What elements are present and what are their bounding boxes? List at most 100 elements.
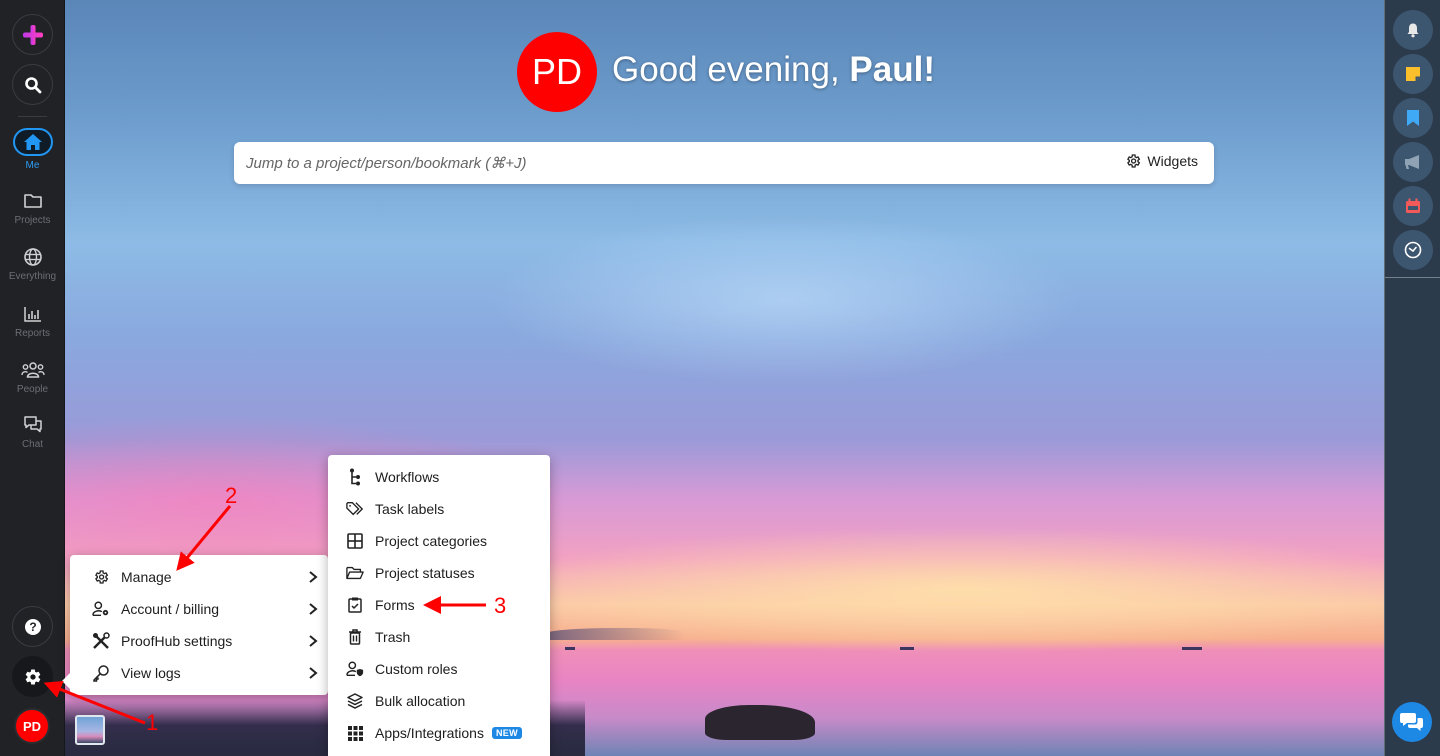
menu-item-view-logs[interactable]: View logs [70,657,328,689]
bar-chart-icon [23,307,41,322]
greeting-prefix: Good evening, [612,50,850,89]
menu-item-manage[interactable]: Manage [70,561,328,593]
menu-item-workflows[interactable]: Workflows [328,461,550,493]
annotation-label-1: 1 [146,710,159,735]
plus-icon [22,24,43,45]
menu-item-label: View logs [121,665,181,681]
announcements-button[interactable] [1393,142,1433,182]
timesheets-button[interactable] [1393,230,1433,270]
chat-icon [23,416,42,433]
grid-icon [346,532,364,550]
menu-item-label: Workflows [375,469,440,485]
header-avatar: PD [517,32,597,112]
menu-item-label: Task labels [375,501,445,517]
folder-open-icon [346,564,364,582]
chevron-right-icon [309,635,318,647]
menu-item-trash[interactable]: Trash [328,621,550,653]
menu-item-project-statuses[interactable]: Project statuses [328,557,550,589]
menu-item-proofhub-settings[interactable]: ProofHub settings [70,625,328,657]
menu-item-label: Apps/Integrations [375,725,484,741]
chevron-right-icon [309,571,318,583]
add-button[interactable] [12,14,53,55]
globe-icon [23,248,42,266]
megaphone-icon [1405,155,1419,169]
settings-button[interactable] [12,656,53,697]
greeting-name: Paul! [849,50,935,89]
gear-icon [25,669,40,685]
sidebar-item-projects[interactable]: Projects [0,191,65,226]
search-button[interactable] [12,64,53,105]
sidebar-item-label: Reports [14,328,50,339]
chat-fab-button[interactable] [1392,702,1432,742]
left-sidebar: Me Projects Everything Reports People Ch… [0,0,65,756]
layers-icon [346,692,364,710]
manage-submenu: Workflows Task labels Project categories… [328,455,550,756]
chevron-right-icon [309,667,318,679]
home-icon [23,134,42,150]
ship [1182,647,1202,650]
menu-item-label: Project statuses [375,565,475,581]
menu-item-forms[interactable]: Forms [328,589,550,621]
sidebar-item-everything[interactable]: Everything [0,247,65,282]
tag-icon [346,500,364,518]
bookmarks-button[interactable] [1393,98,1433,138]
menu-item-account-billing[interactable]: Account / billing [70,593,328,625]
sidebar-item-label: Chat [21,439,44,450]
widgets-label: Widgets [1147,153,1198,169]
menu-item-label: Custom roles [375,661,458,677]
widgets-button[interactable]: Widgets [1125,153,1198,169]
gear-outline-icon [1127,154,1141,168]
menu-item-label: Manage [121,569,172,585]
right-rail [1384,0,1440,756]
chat-bubbles-icon [1400,713,1423,731]
svg-text:?: ? [29,620,36,634]
notifications-button[interactable] [1393,10,1433,50]
sticky-note-icon [1406,67,1420,81]
annotation-label-3: 3 [494,593,507,618]
wallpaper-thumbnail[interactable] [75,715,105,745]
sidebar-item-people[interactable]: People [0,360,65,395]
question-circle-icon: ? [24,618,41,635]
menu-item-label: Trash [375,629,411,645]
notes-button[interactable] [1393,54,1433,94]
calendar-icon [1406,198,1420,213]
menu-item-label: Bulk allocation [375,693,466,709]
greeting-heading: Good evening, Paul! [612,50,935,90]
sidebar-item-label: People [16,384,49,395]
sidebar-item-me[interactable]: Me [0,128,65,171]
chevron-right-icon [309,603,318,615]
key-icon [92,664,110,682]
folder-icon [23,194,42,208]
workflow-icon [346,468,364,486]
apps-grid-icon [346,724,364,742]
ship [565,647,575,650]
bookmark-icon [1407,110,1419,126]
annotation-label-2: 2 [225,483,238,508]
distant-land [545,628,685,640]
user-avatar[interactable]: PD [14,708,50,744]
search-icon [24,76,41,93]
menu-item-task-labels[interactable]: Task labels [328,493,550,525]
menu-item-label: ProofHub settings [121,633,233,649]
menu-item-custom-roles[interactable]: Custom roles [328,653,550,685]
user-gear-icon [92,600,110,618]
help-button[interactable]: ? [12,606,53,647]
menu-item-label: Account / billing [121,601,220,617]
bell-icon [1407,23,1419,38]
trash-icon [346,628,364,646]
sidebar-item-chat[interactable]: Chat [0,415,65,450]
menu-item-bulk-allocation[interactable]: Bulk allocation [328,685,550,717]
menu-item-apps-integrations[interactable]: Apps/Integrations NEW [328,717,550,749]
menu-item-project-categories[interactable]: Project categories [328,525,550,557]
jump-bar: Widgets [234,142,1214,184]
clock-icon [1404,241,1422,259]
clipboard-check-icon [346,596,364,614]
menu-item-label: Forms [375,597,415,613]
sidebar-item-reports[interactable]: Reports [0,304,65,339]
tools-icon [92,632,110,650]
new-badge: NEW [491,727,522,739]
menu-item-label: Project categories [375,533,488,549]
sidebar-item-label: Projects [14,215,51,226]
calendar-button[interactable] [1393,186,1433,226]
jump-search-input[interactable] [234,142,1094,184]
